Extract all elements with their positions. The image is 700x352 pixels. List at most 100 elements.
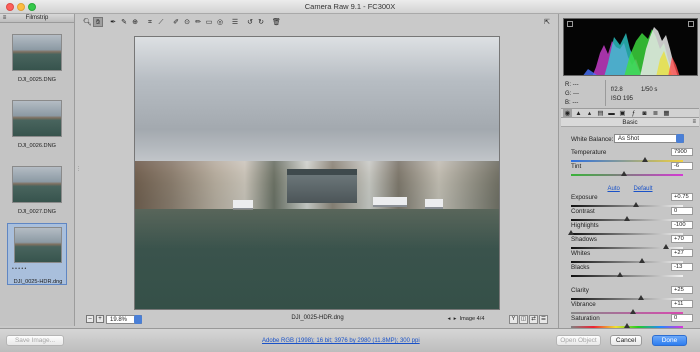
tint-track[interactable]: [571, 174, 683, 176]
temperature-track[interactable]: [571, 160, 683, 162]
open-object-button[interactable]: Open Object: [556, 335, 601, 346]
filmstrip-menu-icon[interactable]: ≡: [0, 14, 9, 23]
tab-tone-curve-icon[interactable]: ▲: [574, 109, 583, 118]
highlights-thumb[interactable]: [568, 230, 574, 235]
highlights-value-field[interactable]: -100: [671, 221, 693, 229]
preview-view-controls: Y ◫ ⇄ ☰: [508, 315, 548, 324]
blacks-label: Blacks: [571, 264, 590, 271]
red-eye-tool-icon[interactable]: ⊙: [182, 17, 192, 27]
vibrance-thumb[interactable]: [630, 309, 637, 314]
tint-value-field[interactable]: -6: [671, 162, 693, 170]
filmstrip-item[interactable]: DJI_0027.DNG: [7, 160, 67, 222]
tint-slider[interactable]: Tint -6: [569, 162, 695, 179]
whites-value-field[interactable]: +27: [671, 249, 693, 257]
graduated-filter-tool-icon[interactable]: ▭: [204, 17, 214, 27]
tab-fx-icon[interactable]: ƒ: [629, 109, 638, 118]
highlight-clipping-warning-icon[interactable]: [688, 21, 694, 27]
tab-presets-icon[interactable]: ≣: [651, 109, 660, 118]
next-image-button[interactable]: ▸: [452, 315, 458, 324]
toggle-preview-icon[interactable]: ⇄: [529, 315, 538, 324]
zoom-in-button[interactable]: +: [96, 315, 104, 323]
filmstrip-item[interactable]: DJI_0025.DNG: [7, 28, 67, 90]
filmstrip-item-selected[interactable]: • • • • • DJI_0025-HDR.dng: [7, 223, 67, 285]
contrast-value-field[interactable]: 0: [671, 207, 693, 215]
spot-removal-tool-icon[interactable]: ✐: [171, 17, 181, 27]
tint-thumb[interactable]: [620, 171, 627, 176]
tab-hsl-icon[interactable]: ▤: [596, 109, 605, 118]
save-image-button[interactable]: Save Image...: [6, 335, 64, 346]
highlights-label: Highlights: [571, 222, 599, 229]
tab-split-toning-icon[interactable]: ▬: [607, 109, 616, 118]
clarity-track[interactable]: [571, 298, 683, 300]
blacks-slider[interactable]: Blacks -13: [569, 263, 695, 280]
contrast-thumb[interactable]: [624, 216, 630, 221]
zoom-tool-icon[interactable]: 🔍︎: [82, 17, 92, 27]
vibrance-value-field[interactable]: +11: [671, 300, 693, 308]
shadows-thumb[interactable]: [663, 244, 670, 249]
rotate-right-icon[interactable]: ↻: [256, 17, 266, 27]
vibrance-track[interactable]: [571, 312, 683, 314]
exposure-label: Exposure: [571, 194, 598, 201]
clarity-value-field[interactable]: +25: [671, 286, 693, 294]
filmstrip-title: Filmstrip: [25, 15, 49, 21]
crop-tool-icon[interactable]: ⌗: [145, 17, 155, 27]
thumbnail: [12, 34, 62, 71]
tab-basic-icon[interactable]: ◉: [563, 109, 572, 118]
blacks-thumb[interactable]: [616, 272, 623, 277]
view-settings-icon[interactable]: ☰: [539, 315, 548, 324]
tab-detail-icon[interactable]: ▴: [585, 109, 594, 118]
done-button[interactable]: Done: [652, 335, 687, 346]
temperature-value-field[interactable]: 7900: [671, 148, 693, 156]
rating-dots[interactable]: • • • • •: [12, 266, 64, 272]
thumbnail-name: DJI_0025-HDR.dng: [13, 279, 63, 285]
blacks-value-field[interactable]: -13: [671, 263, 693, 271]
radial-filter-tool-icon[interactable]: ◎: [215, 17, 225, 27]
saturation-value-field[interactable]: 0: [671, 314, 693, 322]
zoom-level-select[interactable]: 19.8%: [106, 315, 142, 324]
tab-lens-icon[interactable]: ▣: [618, 109, 627, 118]
zoom-control: – + 19.8%: [86, 315, 142, 324]
filmstrip-item[interactable]: DJI_0026.DNG: [7, 94, 67, 156]
white-balance-select[interactable]: As Shot: [614, 134, 684, 143]
histogram: [563, 18, 698, 76]
filmstrip-panel: ≡ Filmstrip DJI_0025.DNG DJI_0026.DNG DJ…: [0, 14, 75, 326]
before-after-icon[interactable]: ◫: [519, 315, 528, 324]
highlights-track[interactable]: [571, 233, 683, 235]
iso-value: ISO 195: [611, 96, 634, 102]
cancel-button[interactable]: Cancel: [610, 335, 642, 346]
targeted-adjustment-tool-icon[interactable]: ⊕: [130, 17, 140, 27]
white-balance-tool-icon[interactable]: ✒︎: [108, 17, 118, 27]
adjustment-brush-tool-icon[interactable]: ✏︎: [193, 17, 203, 27]
default-link[interactable]: Default: [634, 186, 653, 192]
trash-icon[interactable]: 🗑︎: [271, 17, 281, 27]
auto-link[interactable]: Auto: [607, 186, 619, 192]
panel-menu-icon[interactable]: ≡: [692, 118, 696, 127]
preview-area[interactable]: [80, 30, 555, 312]
thumbnail-name: DJI_0026.DNG: [18, 143, 56, 149]
whites-thumb[interactable]: [639, 258, 646, 263]
exposure-thumb[interactable]: [632, 202, 639, 207]
fullscreen-toggle-icon[interactable]: ⇱: [542, 17, 552, 27]
preferences-icon[interactable]: ☰: [230, 17, 240, 27]
exposure-value-field[interactable]: +0.75: [671, 193, 693, 201]
tab-snapshots-icon[interactable]: ▦: [662, 109, 671, 118]
workflow-options-link[interactable]: Adobe RGB (1998); 16 bit; 3976 by 2980 (…: [262, 338, 420, 344]
whites-label: Whites: [571, 250, 591, 257]
shadows-value-field[interactable]: +70: [671, 235, 693, 243]
blacks-track[interactable]: [571, 275, 683, 277]
shadow-clipping-warning-icon[interactable]: [567, 21, 573, 27]
zoom-out-button[interactable]: –: [86, 315, 94, 323]
rgb-row: G: ---: [565, 91, 580, 97]
clarity-thumb[interactable]: [638, 295, 644, 300]
shutter-value: 1/50 s: [641, 87, 658, 93]
whites-track[interactable]: [571, 261, 683, 263]
hand-tool-icon[interactable]: ✋︎: [93, 17, 103, 27]
filter-icon[interactable]: Y: [509, 315, 518, 324]
exposure-track[interactable]: [571, 205, 683, 207]
tab-camera-calibration-icon[interactable]: ◙: [640, 109, 649, 118]
rotate-left-icon[interactable]: ↺: [245, 17, 255, 27]
straighten-tool-icon[interactable]: ⟋: [156, 17, 166, 27]
temperature-thumb[interactable]: [641, 157, 648, 162]
color-sampler-tool-icon[interactable]: ✎: [119, 17, 129, 27]
preview-image[interactable]: [134, 36, 500, 310]
